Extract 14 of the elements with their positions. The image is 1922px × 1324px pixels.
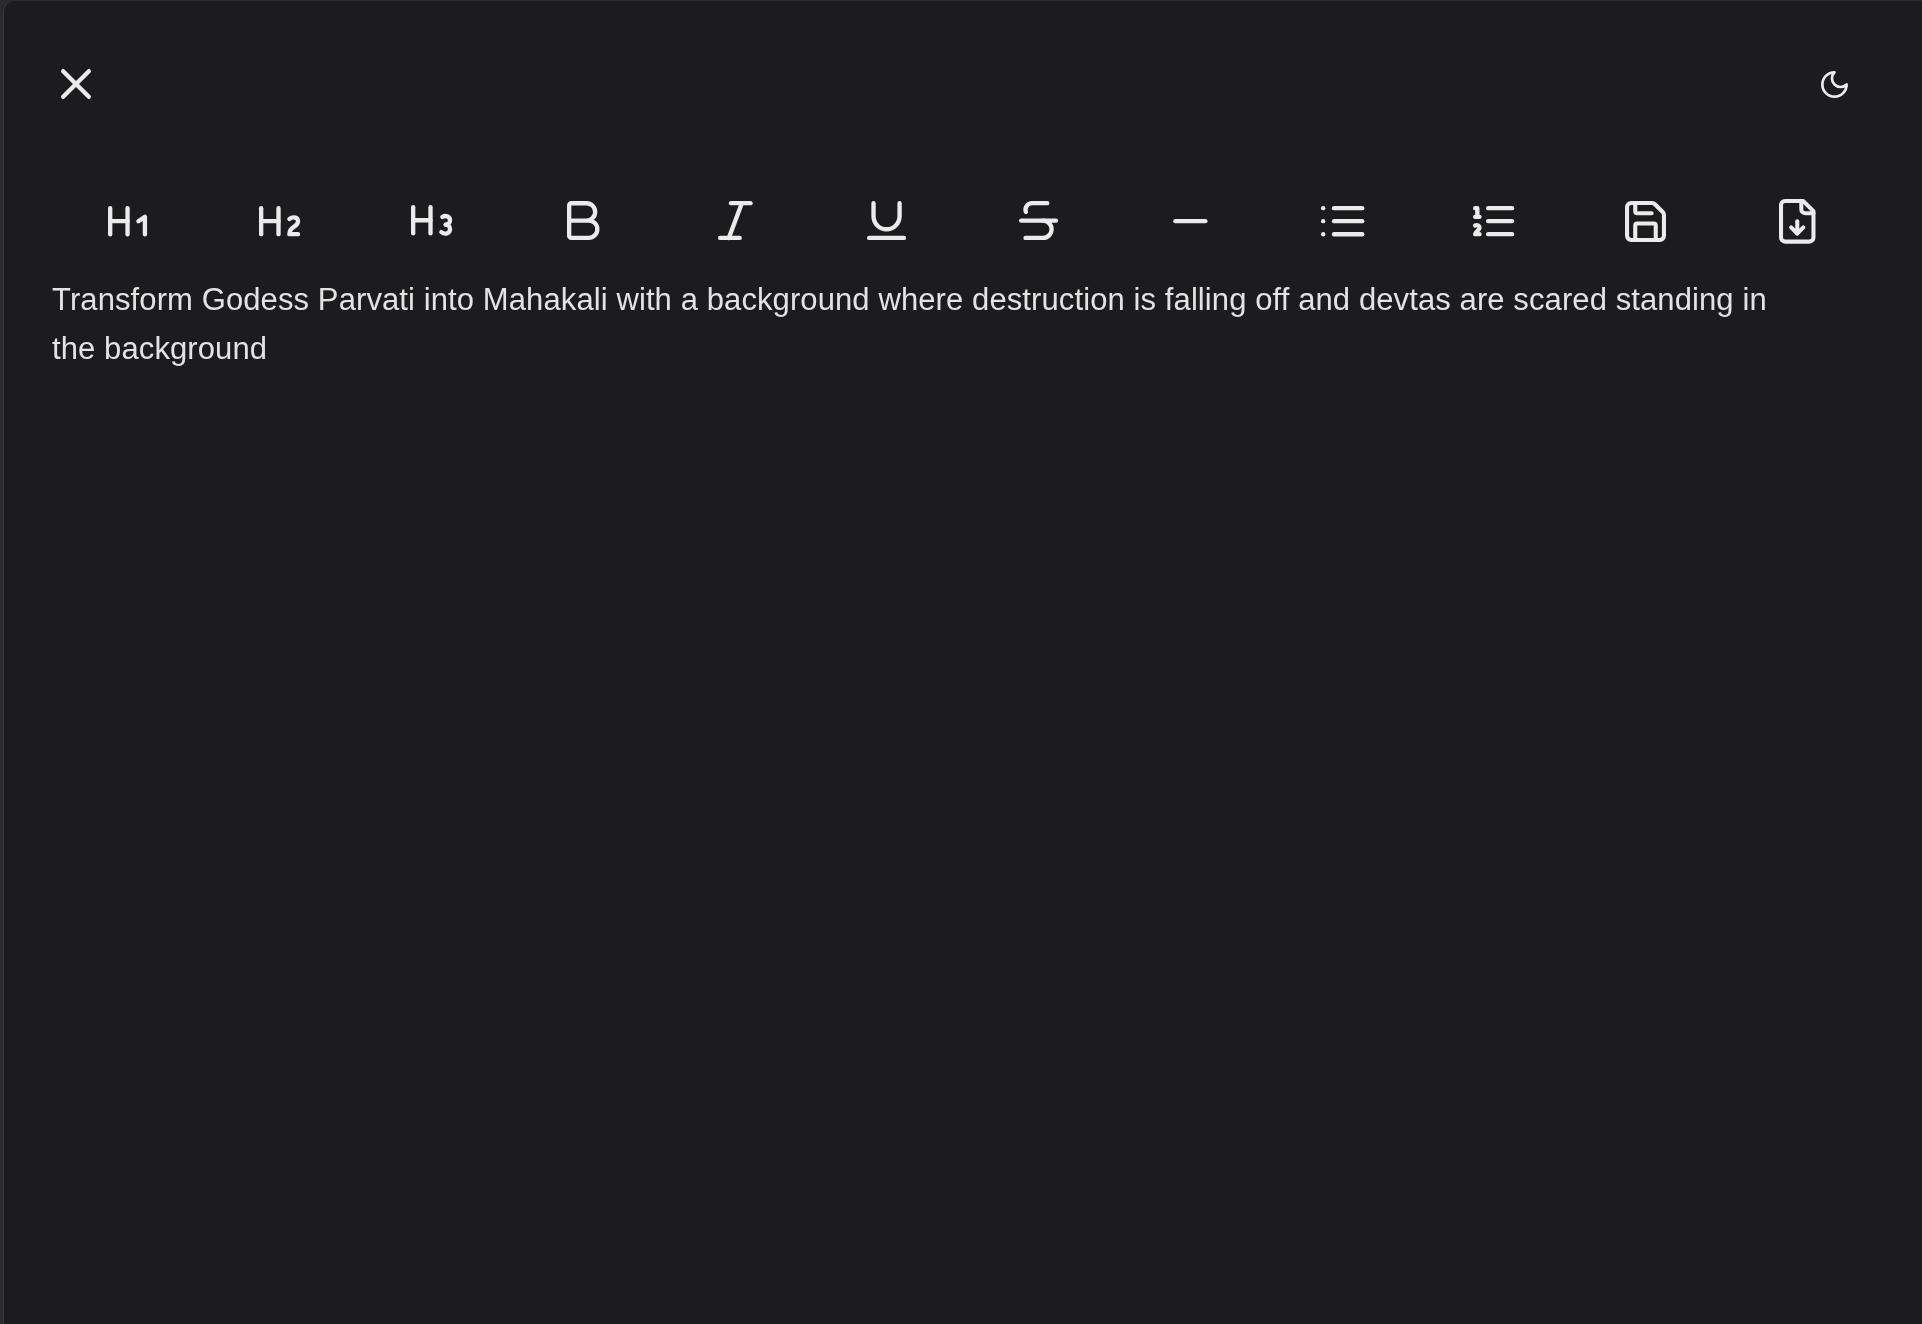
strikethrough-icon [1019,201,1059,241]
heading-three-icon [410,205,453,237]
bold-icon [567,201,600,241]
italic-icon [717,201,753,241]
numbered-list-icon [1473,205,1515,237]
file-download-icon [1779,198,1816,244]
close-icon [61,69,91,99]
bullet-list-icon [1320,205,1364,237]
heading-one-icon [108,205,148,237]
moon-icon [1821,70,1848,98]
editor-text[interactable]: Transform Godess Parvati into Mahakali with a background where destruction is falling off and devtas are scared standing in the background [52,275,1797,373]
minus-icon [1173,218,1208,224]
heading-two-icon [259,205,301,237]
underline-icon [867,201,907,241]
